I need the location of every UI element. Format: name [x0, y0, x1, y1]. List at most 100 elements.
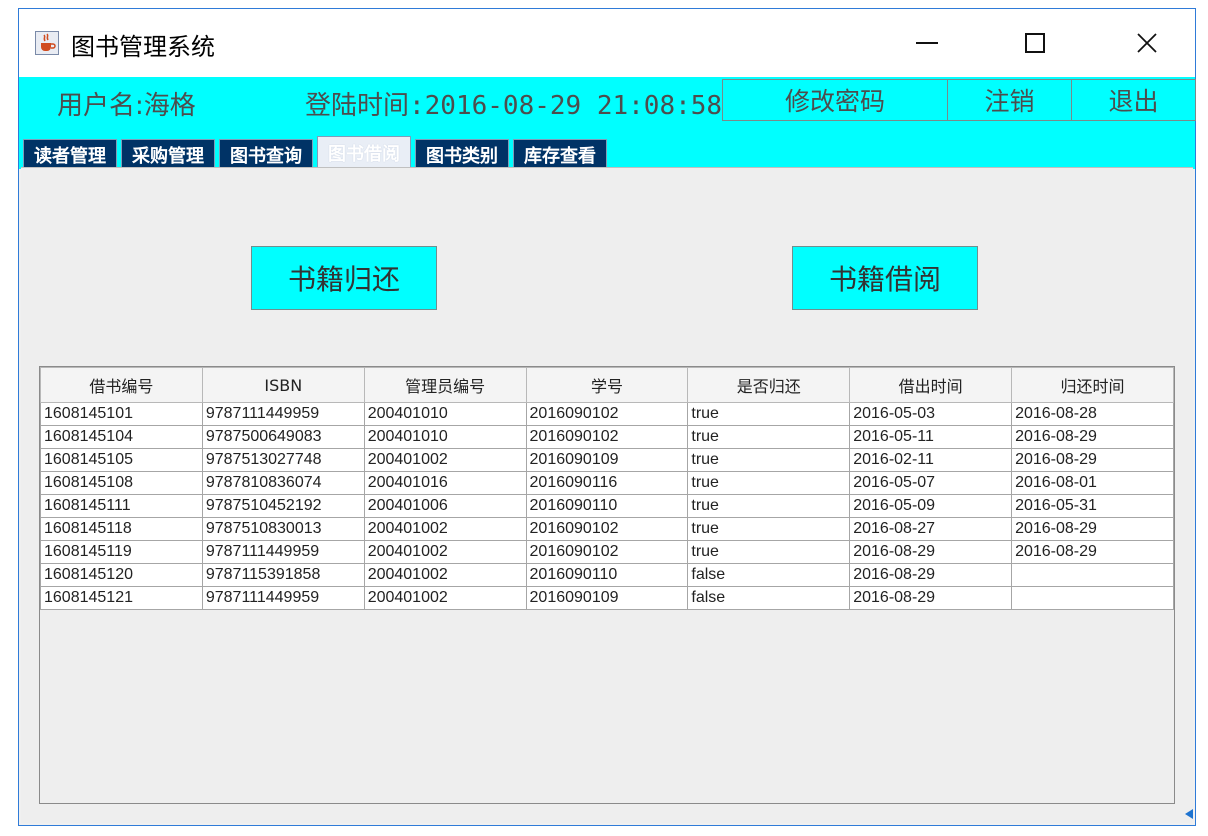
- table-cell[interactable]: false: [687, 586, 851, 610]
- table-cell[interactable]: 1608145119: [40, 540, 203, 564]
- borrow-books-button[interactable]: 书籍借阅: [792, 246, 978, 310]
- tab-book-search[interactable]: 图书查询: [219, 139, 313, 169]
- table-cell[interactable]: true: [687, 517, 851, 541]
- table-row[interactable]: 1608145121 9787111449959 200401002 20160…: [40, 586, 1174, 610]
- table-cell[interactable]: 9787115391858: [201, 563, 365, 587]
- table-cell[interactable]: 9787810836074: [201, 471, 365, 495]
- table-cell[interactable]: 9787111449959: [201, 540, 365, 564]
- table-cell[interactable]: 200401002: [363, 563, 527, 587]
- table-cell[interactable]: 200401002: [363, 517, 527, 541]
- table-cell[interactable]: 2016090102: [525, 517, 689, 541]
- table-cell[interactable]: 1608145108: [40, 471, 203, 495]
- table-row[interactable]: 1608145119 9787111449959 200401002 20160…: [40, 540, 1174, 564]
- title-bar[interactable]: 图书管理系统: [19, 9, 1195, 77]
- table-cell[interactable]: 2016090109: [525, 448, 689, 472]
- close-button[interactable]: [1101, 9, 1193, 77]
- table-cell[interactable]: 1608145118: [40, 517, 203, 541]
- table-cell[interactable]: 1608145111: [40, 494, 203, 518]
- minimize-button[interactable]: [881, 9, 973, 77]
- tab-purchase-management[interactable]: 采购管理: [121, 139, 215, 169]
- table-cell[interactable]: 2016-08-29: [849, 563, 1013, 587]
- table-cell[interactable]: 200401006: [363, 494, 527, 518]
- table-row[interactable]: 1608145101 9787111449959 200401010 20160…: [40, 402, 1174, 426]
- table-cell[interactable]: true: [687, 494, 851, 518]
- table-cell[interactable]: 2016090110: [525, 563, 689, 587]
- table-cell[interactable]: 9787513027748: [201, 448, 365, 472]
- table-cell[interactable]: true: [687, 540, 851, 564]
- table-cell[interactable]: 2016-05-09: [849, 494, 1013, 518]
- logout-button[interactable]: 注销: [948, 79, 1072, 121]
- table-cell[interactable]: 2016-08-29: [1011, 540, 1174, 564]
- resize-grip-icon[interactable]: [1185, 809, 1193, 819]
- maximize-button[interactable]: [989, 9, 1081, 77]
- table-cell[interactable]: 1608145101: [40, 402, 203, 426]
- username-label: 用户名:海格: [57, 91, 196, 121]
- table-row[interactable]: 1608145118 9787510830013 200401002 20160…: [40, 517, 1174, 541]
- column-header-isbn[interactable]: ISBN: [201, 367, 365, 403]
- table-cell[interactable]: 2016-08-01: [1011, 471, 1174, 495]
- table-cell[interactable]: 2016090102: [525, 425, 689, 449]
- table-cell[interactable]: 2016-08-29: [849, 540, 1013, 564]
- tab-strip: 读者管理 采购管理 图书查询 图书借阅 图书类别 库存查看: [23, 133, 611, 169]
- table-row[interactable]: 1608145120 9787115391858 200401002 20160…: [40, 563, 1174, 587]
- table-cell[interactable]: 2016-05-11: [849, 425, 1013, 449]
- column-header-returned[interactable]: 是否归还: [687, 367, 851, 403]
- column-header-admin-id[interactable]: 管理员编号: [363, 367, 527, 403]
- maximize-icon: [1025, 33, 1045, 53]
- table-cell[interactable]: 2016-08-28: [1011, 402, 1174, 426]
- table-cell[interactable]: 2016-02-11: [849, 448, 1013, 472]
- column-header-borrow-id[interactable]: 借书编号: [40, 367, 203, 403]
- table-cell[interactable]: false: [687, 563, 851, 587]
- table-cell[interactable]: 200401002: [363, 586, 527, 610]
- table-cell[interactable]: 2016-05-07: [849, 471, 1013, 495]
- tab-book-categories[interactable]: 图书类别: [415, 139, 509, 169]
- table-cell[interactable]: 2016-05-31: [1011, 494, 1174, 518]
- login-time-label: 登陆时间:2016-08-29 21:08:58: [305, 91, 723, 121]
- tab-inventory[interactable]: 库存查看: [513, 139, 607, 169]
- table-cell[interactable]: 200401016: [363, 471, 527, 495]
- change-password-button[interactable]: 修改密码: [722, 79, 948, 121]
- table-cell[interactable]: 2016090116: [525, 471, 689, 495]
- table-cell[interactable]: 2016-08-29: [849, 586, 1013, 610]
- table-row[interactable]: 1608145104 9787500649083 200401010 20160…: [40, 425, 1174, 449]
- table-cell[interactable]: 2016090109: [525, 586, 689, 610]
- borrow-records-table[interactable]: 借书编号 ISBN 管理员编号 学号 是否归还 借出时间 归还时间 160814…: [39, 366, 1175, 804]
- table-cell[interactable]: 9787510830013: [201, 517, 365, 541]
- table-row[interactable]: 1608145108 9787810836074 200401016 20160…: [40, 471, 1174, 495]
- table-cell[interactable]: true: [687, 448, 851, 472]
- table-cell[interactable]: 2016090102: [525, 402, 689, 426]
- table-cell[interactable]: 200401002: [363, 448, 527, 472]
- table-row[interactable]: 1608145111 9787510452192 200401006 20160…: [40, 494, 1174, 518]
- column-header-student-id[interactable]: 学号: [525, 367, 689, 403]
- table-cell[interactable]: 2016090110: [525, 494, 689, 518]
- table-cell[interactable]: 1608145121: [40, 586, 203, 610]
- table-cell[interactable]: 1608145104: [40, 425, 203, 449]
- table-cell[interactable]: 200401010: [363, 425, 527, 449]
- table-cell[interactable]: 2016-05-03: [849, 402, 1013, 426]
- table-cell[interactable]: 2016-08-29: [1011, 425, 1174, 449]
- column-header-borrow-date[interactable]: 借出时间: [849, 367, 1013, 403]
- table-cell[interactable]: 200401002: [363, 540, 527, 564]
- tab-book-borrowing[interactable]: 图书借阅: [317, 136, 411, 169]
- table-cell[interactable]: true: [687, 471, 851, 495]
- tab-reader-management[interactable]: 读者管理: [23, 139, 117, 169]
- table-row[interactable]: 1608145105 9787513027748 200401002 20160…: [40, 448, 1174, 472]
- table-cell[interactable]: true: [687, 425, 851, 449]
- table-cell[interactable]: 2016-08-29: [1011, 517, 1174, 541]
- table-cell[interactable]: true: [687, 402, 851, 426]
- table-cell[interactable]: 1608145105: [40, 448, 203, 472]
- return-books-button[interactable]: 书籍归还: [251, 246, 437, 310]
- table-cell[interactable]: 9787111449959: [201, 586, 365, 610]
- table-cell[interactable]: 1608145120: [40, 563, 203, 587]
- exit-button[interactable]: 退出: [1072, 79, 1196, 121]
- table-cell[interactable]: 2016090102: [525, 540, 689, 564]
- table-cell[interactable]: 9787500649083: [201, 425, 365, 449]
- table-cell[interactable]: 200401010: [363, 402, 527, 426]
- column-header-return-date[interactable]: 归还时间: [1011, 367, 1174, 403]
- table-cell[interactable]: [1011, 586, 1174, 610]
- table-cell[interactable]: 2016-08-27: [849, 517, 1013, 541]
- table-cell[interactable]: [1011, 563, 1174, 587]
- table-cell[interactable]: 9787510452192: [201, 494, 365, 518]
- table-cell[interactable]: 2016-08-29: [1011, 448, 1174, 472]
- table-cell[interactable]: 9787111449959: [201, 402, 365, 426]
